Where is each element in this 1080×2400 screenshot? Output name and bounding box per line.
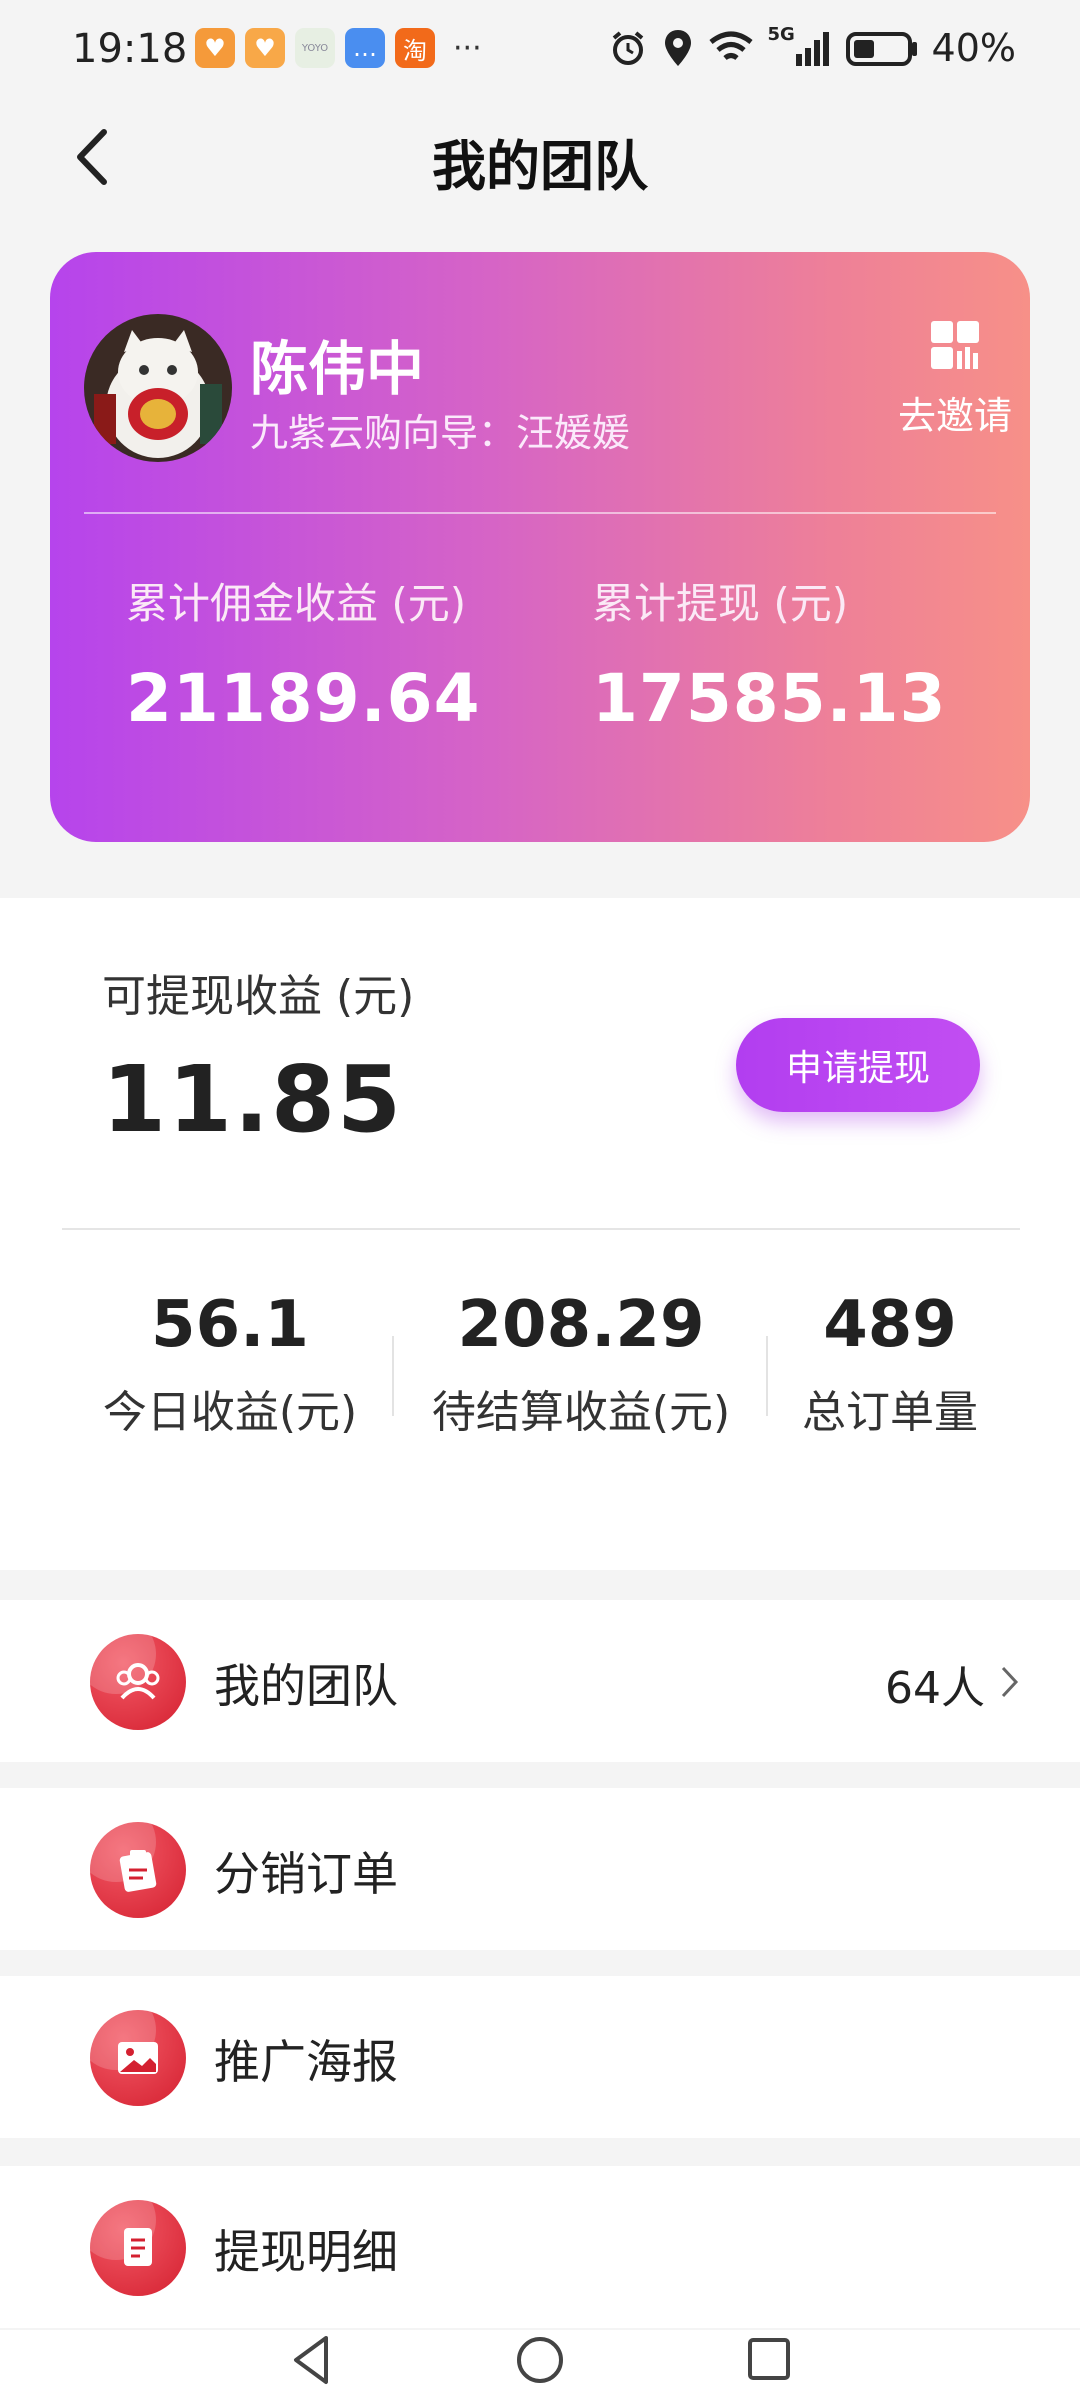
withdrawable-section: 可提现收益 (元) 11.85 申请提现 56.1 今日收益(元) 208.29… — [0, 898, 1080, 1570]
total-commission-value: 21189.64 — [126, 660, 481, 737]
message-app-icon: … — [345, 28, 385, 68]
page-title: 我的团队 — [432, 135, 648, 198]
menu-item-label: 推广海报 — [214, 2035, 398, 2089]
withdraw-detail-icon — [90, 2200, 186, 2296]
alarm-icon — [612, 31, 643, 65]
pending-earnings-label: 待结算收益(元) — [431, 1387, 731, 1438]
system-home-button[interactable] — [514, 2330, 566, 2390]
status-right: 5G 40% — [608, 24, 1016, 70]
pending-earnings: 208.29 待结算收益(元) — [408, 1288, 754, 1440]
today-earnings-value: 56.1 — [151, 1288, 309, 1362]
status-time: 19:18 — [72, 26, 188, 72]
total-orders: 489 总订单量 — [770, 1288, 1010, 1440]
menu-item-withdraw-details[interactable]: 提现明细 — [0, 2166, 1080, 2328]
lucky-cat-avatar-image — [84, 314, 232, 462]
total-commission-label: 累计佣金收益 (元) — [126, 579, 467, 628]
order-icon — [90, 1822, 186, 1918]
heart-app-icon: ♥ — [245, 28, 285, 68]
pending-earnings-value: 208.29 — [457, 1288, 705, 1362]
total-withdrawn-value: 17585.13 — [592, 660, 947, 737]
withdrawable-label: 可提现收益 (元) — [102, 971, 415, 1022]
chevron-right-icon — [1001, 1666, 1019, 1698]
heart-app-icon: ♥ — [195, 28, 235, 68]
section-divider — [62, 1228, 1020, 1230]
total-withdrawn-label: 累计提现 (元) — [592, 579, 849, 628]
avatar[interactable] — [84, 314, 232, 462]
invite-button[interactable]: 去邀请 — [890, 317, 1020, 440]
invite-label: 去邀请 — [897, 394, 1012, 438]
total-orders-value: 489 — [823, 1288, 957, 1362]
wifi-icon — [708, 31, 753, 61]
profile-card: 陈伟中 九紫云购向导：汪媛媛 去邀请 累计佣金收益 (元) 21189.64 累… — [50, 252, 1030, 842]
more-notifications-icon: ··· — [453, 30, 482, 66]
total-orders-label: 总订单量 — [802, 1387, 978, 1438]
team-member-count: 64人 — [885, 1663, 985, 1714]
stat-separator — [392, 1336, 394, 1416]
poster-icon — [90, 2010, 186, 2106]
menu-item-promo-poster[interactable]: 推广海报 — [0, 1976, 1080, 2138]
notification-icons: ♥ ♥ YOYO … 淘 ··· — [195, 28, 482, 68]
system-nav-bar — [0, 2330, 1080, 2400]
team-icon — [90, 1634, 186, 1730]
menu-item-distribution-orders[interactable]: 分销订单 — [0, 1788, 1080, 1950]
system-recents-button[interactable] — [744, 2330, 794, 2390]
menu-item-label: 分销订单 — [214, 1847, 398, 1901]
nav-bar: 我的团队 — [0, 100, 1080, 220]
withdrawable-amount: 11.85 — [102, 1046, 404, 1153]
battery-icon — [845, 32, 917, 66]
qr-code-icon — [931, 321, 979, 369]
user-guide-info: 九紫云购向导：汪媛媛 — [250, 411, 631, 455]
today-earnings-label: 今日收益(元) — [102, 1387, 358, 1438]
user-name: 陈伟中 — [250, 335, 425, 403]
stat-separator — [766, 1336, 768, 1416]
today-earnings: 56.1 今日收益(元) — [80, 1288, 380, 1440]
menu-item-label: 我的团队 — [214, 1659, 398, 1713]
yoyo-app-icon: YOYO — [295, 28, 335, 68]
battery-percent: 40% — [931, 26, 1016, 70]
apply-withdraw-button[interactable]: 申请提现 — [736, 1018, 980, 1112]
card-divider — [84, 512, 996, 514]
taobao-app-icon: 淘 — [395, 28, 435, 68]
location-icon — [664, 30, 691, 66]
menu-item-label: 提现明细 — [214, 2225, 398, 2279]
status-bar: 19:18 ♥ ♥ YOYO … 淘 ··· 5G 40% — [0, 0, 1080, 100]
menu-item-my-team[interactable]: 我的团队 64人 — [0, 1600, 1080, 1762]
system-back-button[interactable] — [286, 2330, 336, 2390]
signal-icon: 5G — [768, 24, 832, 68]
